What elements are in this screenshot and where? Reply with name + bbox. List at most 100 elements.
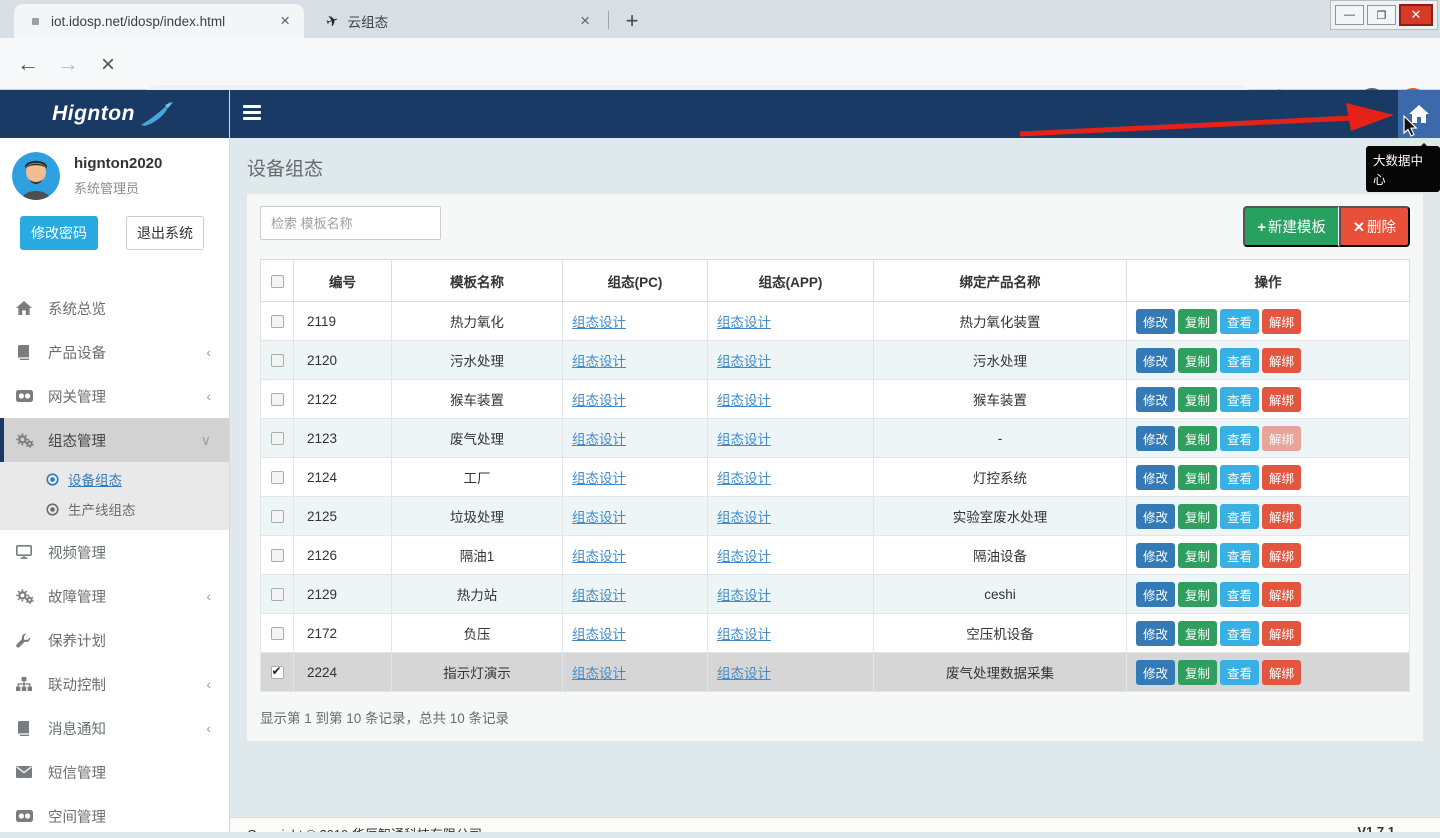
edit-action-button[interactable]: 修改 (1136, 621, 1175, 646)
forward-button[interactable]: → (54, 51, 82, 77)
edit-action-button[interactable]: 修改 (1136, 465, 1175, 490)
edit-action-button[interactable]: 修改 (1136, 543, 1175, 568)
sidebar-item-8[interactable]: 消息通知‹ (0, 706, 229, 750)
cell-config-app-link[interactable]: 组态设计 (717, 510, 771, 525)
sidebar-item-2[interactable]: 网关管理‹ (0, 374, 229, 418)
stop-reload-button[interactable]: × (94, 51, 122, 79)
cell-config-app-link[interactable]: 组态设计 (717, 432, 771, 447)
sidebar-item-1[interactable]: 产品设备‹ (0, 330, 229, 374)
cell-config-pc-link[interactable]: 组态设计 (572, 471, 626, 486)
edit-action-button[interactable]: 修改 (1136, 309, 1175, 334)
sidebar-item-9[interactable]: 短信管理 (0, 750, 229, 794)
row-checkbox[interactable] (271, 393, 284, 406)
delete-button[interactable]: ✕删除 (1339, 206, 1410, 247)
unbind-action-button[interactable]: 解绑 (1262, 465, 1301, 490)
copy-action-button[interactable]: 复制 (1178, 348, 1217, 373)
cell-config-pc-link[interactable]: 组态设计 (572, 666, 626, 681)
logout-button[interactable]: 退出系统 (126, 216, 204, 250)
cell-config-pc-link[interactable]: 组态设计 (572, 549, 626, 564)
view-action-button[interactable]: 查看 (1220, 348, 1259, 373)
cell-config-app-link[interactable]: 组态设计 (717, 588, 771, 603)
sidebar-item-4[interactable]: 视频管理 (0, 530, 229, 574)
row-checkbox[interactable] (271, 627, 284, 640)
edit-action-button[interactable]: 修改 (1136, 660, 1175, 685)
sidebar-item-5[interactable]: 故障管理‹ (0, 574, 229, 618)
edit-action-button[interactable]: 修改 (1136, 387, 1175, 412)
copy-action-button[interactable]: 复制 (1178, 426, 1217, 451)
browser-tab-cloud[interactable]: ✈ 云组态 × (312, 4, 604, 38)
sidebar-subitem-0[interactable]: 设备组态 (0, 464, 229, 494)
unbind-action-button[interactable]: 解绑 (1262, 621, 1301, 646)
unbind-action-button[interactable]: 解绑 (1262, 543, 1301, 568)
view-action-button[interactable]: 查看 (1220, 426, 1259, 451)
copy-action-button[interactable]: 复制 (1178, 660, 1217, 685)
sidebar-subitem-1[interactable]: 生产线组态 (0, 494, 229, 524)
select-all-checkbox[interactable] (271, 275, 284, 288)
copy-action-button[interactable]: 复制 (1178, 543, 1217, 568)
cell-config-pc-link[interactable]: 组态设计 (572, 510, 626, 525)
cell-config-app-link[interactable]: 组态设计 (717, 549, 771, 564)
cell-config-app-link[interactable]: 组态设计 (717, 471, 771, 486)
cell-config-pc-link[interactable]: 组态设计 (572, 432, 626, 447)
copy-action-button[interactable]: 复制 (1178, 387, 1217, 412)
window-restore-button[interactable]: ❐ (1367, 5, 1396, 25)
window-minimize-button[interactable]: — (1335, 5, 1364, 25)
tab-close-icon[interactable]: × (278, 11, 292, 31)
edit-action-button[interactable]: 修改 (1136, 582, 1175, 607)
copy-action-button[interactable]: 复制 (1178, 621, 1217, 646)
row-checkbox[interactable] (271, 588, 284, 601)
row-checkbox[interactable] (271, 315, 284, 328)
search-input[interactable] (260, 206, 441, 240)
cell-config-app-link[interactable]: 组态设计 (717, 666, 771, 681)
unbind-action-button[interactable]: 解绑 (1262, 426, 1301, 451)
cell-config-pc-link[interactable]: 组态设计 (572, 627, 626, 642)
sidebar-item-3[interactable]: 组态管理∨ (0, 418, 229, 462)
sidebar-item-7[interactable]: 联动控制‹ (0, 662, 229, 706)
sidebar-item-0[interactable]: 系统总览 (0, 286, 229, 330)
view-action-button[interactable]: 查看 (1220, 465, 1259, 490)
row-checkbox[interactable] (271, 549, 284, 562)
window-close-button[interactable]: ✕ (1399, 4, 1433, 26)
cell-config-pc-link[interactable]: 组态设计 (572, 315, 626, 330)
cell-config-pc-link[interactable]: 组态设计 (572, 588, 626, 603)
view-action-button[interactable]: 查看 (1220, 543, 1259, 568)
view-action-button[interactable]: 查看 (1220, 387, 1259, 412)
view-action-button[interactable]: 查看 (1220, 582, 1259, 607)
view-action-button[interactable]: 查看 (1220, 660, 1259, 685)
sidebar-item-6[interactable]: 保养计划 (0, 618, 229, 662)
back-button[interactable]: ← (14, 51, 42, 77)
edit-action-button[interactable]: 修改 (1136, 426, 1175, 451)
new-tab-button[interactable]: + (618, 8, 646, 36)
copy-action-button[interactable]: 复制 (1178, 582, 1217, 607)
edit-action-button[interactable]: 修改 (1136, 348, 1175, 373)
cell-config-app-link[interactable]: 组态设计 (717, 393, 771, 408)
browser-tab-current[interactable]: iot.idosp.net/idosp/index.html × (14, 4, 304, 38)
row-checkbox[interactable] (271, 471, 284, 484)
unbind-action-button[interactable]: 解绑 (1262, 387, 1301, 412)
copy-action-button[interactable]: 复制 (1178, 504, 1217, 529)
view-action-button[interactable]: 查看 (1220, 621, 1259, 646)
unbind-action-button[interactable]: 解绑 (1262, 309, 1301, 334)
tab-close-icon[interactable]: × (578, 11, 592, 31)
cell-config-app-link[interactable]: 组态设计 (717, 627, 771, 642)
unbind-action-button[interactable]: 解绑 (1262, 582, 1301, 607)
row-checkbox[interactable] (271, 510, 284, 523)
copy-action-button[interactable]: 复制 (1178, 309, 1217, 334)
view-action-button[interactable]: 查看 (1220, 309, 1259, 334)
cell-config-pc-link[interactable]: 组态设计 (572, 393, 626, 408)
row-checkbox[interactable] (271, 666, 284, 679)
change-password-button[interactable]: 修改密码 (20, 216, 98, 250)
unbind-action-button[interactable]: 解绑 (1262, 504, 1301, 529)
sidebar-item-10[interactable]: 空间管理 (0, 794, 229, 838)
cell-config-app-link[interactable]: 组态设计 (717, 354, 771, 369)
unbind-action-button[interactable]: 解绑 (1262, 660, 1301, 685)
unbind-action-button[interactable]: 解绑 (1262, 348, 1301, 373)
new-template-button[interactable]: +新建模板 (1243, 206, 1338, 247)
row-checkbox[interactable] (271, 354, 284, 367)
cell-config-pc-link[interactable]: 组态设计 (572, 354, 626, 369)
big-data-center-home-button[interactable] (1398, 90, 1440, 138)
row-checkbox[interactable] (271, 432, 284, 445)
view-action-button[interactable]: 查看 (1220, 504, 1259, 529)
copy-action-button[interactable]: 复制 (1178, 465, 1217, 490)
hamburger-menu-icon[interactable] (243, 105, 261, 123)
